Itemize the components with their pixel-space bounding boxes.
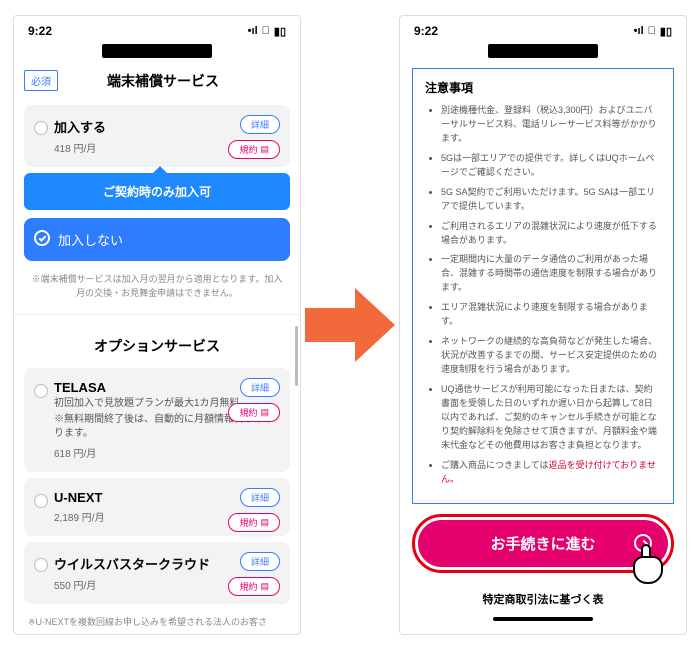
radio-unchecked-icon [34,121,48,135]
doc-icon: ▤ [260,517,269,528]
list-item: ご利用されるエリアの混雑状況により速度が低下する場合があります。 [441,220,661,248]
status-icons: •ıl􀙇▮▯ [634,25,672,38]
cta-highlight: お手続きに進む [412,514,674,573]
option-join[interactable]: 加入する 418 円/月 詳細 規約▤ [24,105,290,167]
proceed-label: お手続きに進む [490,536,595,553]
radio-unchecked-icon [34,494,48,508]
option-virusbuster[interactable]: ウイルスバスタークラウド 550 円/月 詳細 規約▤ [24,542,290,604]
option-unext[interactable]: U-NEXT 2,189 円/月 詳細 規約▤ [24,478,290,536]
pointing-hand-icon [625,546,669,590]
detail-button[interactable]: 詳細 [240,115,280,134]
redacted-bar [488,44,598,58]
phone-right: 9:22 •ıl􀙇▮▯ 注意事項 別途機種代金、登録料（税込3,300円）および… [399,15,687,635]
status-bar: 9:22 •ıl􀙇▮▯ [400,16,686,46]
detail-button[interactable]: 詳細 [240,378,280,397]
warranty-note: ※端末補償サービスは加入月の翌月から適用となります。加入月の交換・お見舞金申請は… [14,267,300,314]
doc-icon: ▤ [260,407,269,418]
list-item: UQ通信サービスが利用可能になった日または、契約書面を受領した日のいずれか遅い日… [441,383,661,453]
detail-button[interactable]: 詳細 [240,552,280,571]
option-nojoin-selected[interactable]: 加入しない [24,218,290,261]
footer-note: ※U-NEXTを複数回線お申し込みを希望される法人のお客さ [14,610,300,634]
redacted-bar [102,44,212,58]
list-item: 一定期間内に大量のデータ通信のご利用があった場合、混雑する時間帯の通信速度を制限… [441,253,661,295]
list-item: 5Gは一部エリアでの提供です。詳しくはUQホームページでご確認ください。 [441,152,661,180]
section-title-options: オプションサービス [14,324,300,362]
scrollbar[interactable] [295,326,298,386]
list-item: ネットワークの継続的な高負荷などが発生した場合、状況が改善するまでの間、サービス… [441,335,661,377]
notice-title: 注意事項 [425,79,661,96]
notice-box: 注意事項 別途機種代金、登録料（税込3,300円）およびユニバーサルサービス料、… [412,68,674,504]
check-icon [34,230,50,246]
status-time: 9:22 [414,24,438,38]
option-telasa[interactable]: TELASA 初回加入で見放題プランが最大1カ月無料 ※無料期間終了後は、自動的… [24,368,290,472]
terms-button[interactable]: 規約▤ [228,513,280,532]
doc-icon: ▤ [260,581,269,592]
status-bar: 9:22 •ıl􀙇▮▯ [14,16,300,46]
doc-icon: ▤ [260,144,269,155]
list-item: ご購入商品につきましては返品を受け付けておりません。 [441,459,661,487]
terms-button[interactable]: 規約▤ [228,577,280,596]
list-item: エリア混雑状況により速度を制限する場合があります。 [441,301,661,329]
radio-unchecked-icon [34,384,48,398]
required-badge: 必須 [24,70,58,91]
legal-link[interactable]: 特定商取引法に基づく表 [400,591,686,607]
arrow-right-icon [305,280,395,370]
radio-unchecked-icon [34,558,48,572]
terms-button[interactable]: 規約▤ [228,403,280,422]
list-item: 別途機種代金、登録料（税込3,300円）およびユニバーサルサービス料、電話リレー… [441,104,661,146]
option-nojoin-label: 加入しない [58,233,123,248]
tooltip-join-only: ご契約時のみ加入可 [24,173,290,210]
detail-button[interactable]: 詳細 [240,488,280,507]
status-icons: •ıl􀙇▮▯ [248,25,286,38]
section-title-warranty: 端末補償サービス [66,71,260,91]
list-item: 5G SA契約でご利用いただけます。5G SAは一部エリアで提供しています。 [441,186,661,214]
terms-button[interactable]: 規約▤ [228,140,280,159]
status-time: 9:22 [28,24,52,38]
home-indicator [493,617,593,621]
notice-list: 別途機種代金、登録料（税込3,300円）およびユニバーサルサービス料、電話リレー… [425,104,661,487]
phone-left: 9:22 •ıl􀙇▮▯ 必須 端末補償サービス 加入する 418 円/月 詳細 … [13,15,301,635]
